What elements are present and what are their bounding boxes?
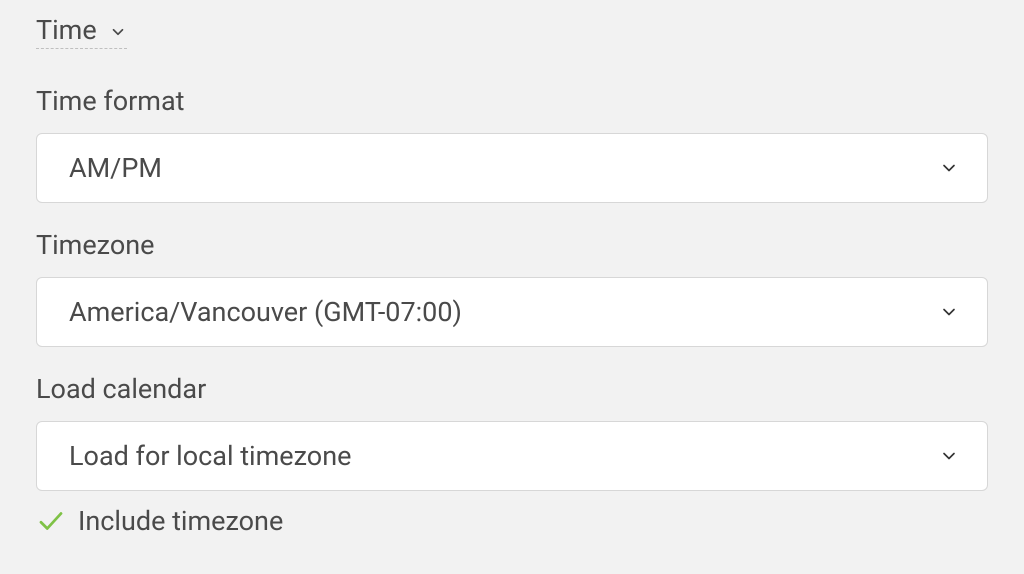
chevron-down-icon bbox=[939, 158, 959, 178]
include-timezone-checkbox[interactable]: Include timezone bbox=[36, 505, 988, 537]
timezone-select[interactable]: America/Vancouver (GMT-07:00) bbox=[36, 277, 988, 347]
load-calendar-value: Load for local timezone bbox=[69, 440, 351, 472]
time-format-select[interactable]: AM/PM bbox=[36, 133, 988, 203]
load-calendar-select[interactable]: Load for local timezone bbox=[36, 421, 988, 491]
chevron-down-icon bbox=[939, 302, 959, 322]
chevron-down-icon bbox=[939, 446, 959, 466]
time-format-label: Time format bbox=[36, 85, 988, 117]
check-icon bbox=[36, 506, 66, 536]
load-calendar-label: Load calendar bbox=[36, 373, 988, 405]
time-format-value: AM/PM bbox=[69, 152, 162, 184]
time-section-title: Time bbox=[36, 14, 97, 46]
include-timezone-label: Include timezone bbox=[78, 505, 283, 537]
time-section-header[interactable]: Time bbox=[36, 14, 127, 49]
timezone-value: America/Vancouver (GMT-07:00) bbox=[69, 296, 462, 328]
chevron-down-icon bbox=[109, 23, 127, 41]
timezone-label: Timezone bbox=[36, 229, 988, 261]
